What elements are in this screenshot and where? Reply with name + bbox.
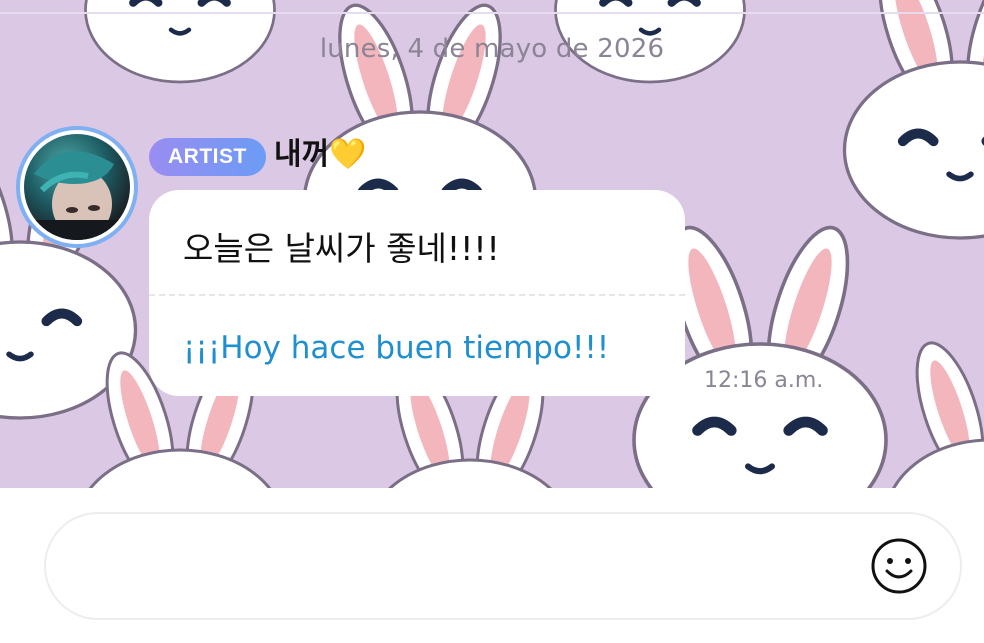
artist-badge: ARTIST <box>149 138 266 176</box>
chat-area[interactable]: lunes, 4 de mayo de 2026 ARTIST 내꺼💛 오늘은 … <box>0 0 984 488</box>
message-translation-text: ¡¡¡Hoy hace buen tiempo!!! <box>183 330 610 366</box>
smiley-icon[interactable] <box>870 537 928 595</box>
avatar-photo <box>24 134 130 240</box>
message-original-text: 오늘은 날씨가 좋네!!!! <box>183 229 500 268</box>
date-divider: lunes, 4 de mayo de 2026 <box>319 34 665 64</box>
header-divider <box>0 12 984 14</box>
sender-name[interactable]: 내꺼💛 <box>274 134 367 176</box>
avatar[interactable] <box>16 126 138 248</box>
yellow-heart-icon: 💛 <box>329 137 367 172</box>
sender-name-text: 내꺼 <box>274 137 330 172</box>
message-bubble[interactable]: 오늘은 날씨가 좋네!!!! ¡¡¡Hoy hace buen tiempo!!… <box>149 190 685 396</box>
translation-divider <box>149 294 685 296</box>
message-input[interactable] <box>44 512 962 620</box>
message-timestamp: 12:16 a.m. <box>704 368 824 393</box>
